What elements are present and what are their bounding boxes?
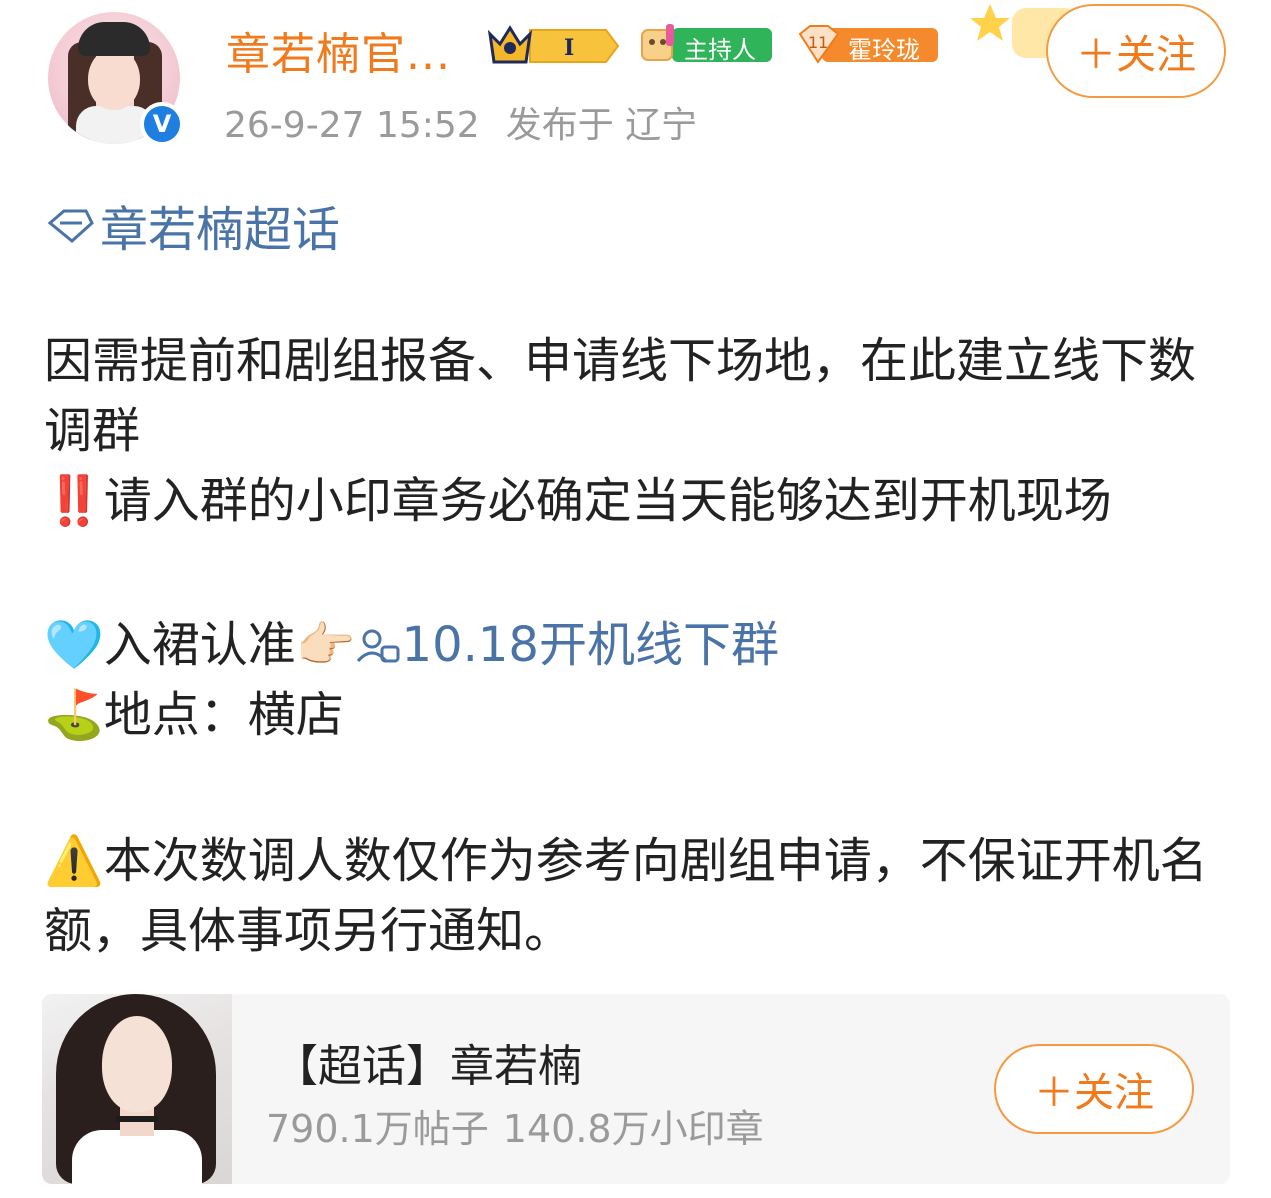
level-badge[interactable]: 11 霍玲珑 xyxy=(792,20,942,66)
double-exclamation-icon: ‼️ xyxy=(44,473,104,529)
crown-rank-badge[interactable]: I xyxy=(486,22,620,68)
pointing-hand-icon: 👉🏻 xyxy=(295,617,356,673)
topic-member-count: 140.8万小印章 xyxy=(502,1107,764,1151)
topic-link-label: 章若楠超话 xyxy=(100,202,341,258)
verified-icon: V xyxy=(140,102,184,146)
blue-heart-icon: 🩵 xyxy=(44,617,104,673)
follow-button[interactable]: ＋关注 xyxy=(1046,4,1226,98)
rank-letter: I xyxy=(564,35,574,61)
topic-link[interactable]: 章若楠超话 xyxy=(46,190,340,260)
topic-card-title[interactable]: 【超话】章若楠 xyxy=(274,1030,582,1094)
post-meta: 26-9-27 15:52 发布于 辽宁 xyxy=(224,96,697,148)
topic-post-count: 790.1万帖子 xyxy=(266,1107,489,1151)
post-paragraph-2-text: 请入群的小印章务必确定当天能够达到开机现场 xyxy=(103,473,1112,529)
post-paragraph-3-text: 入裙认准 xyxy=(103,617,296,673)
golf-flag-icon: ⛳ xyxy=(44,687,104,743)
post-location: 发布于 辽宁 xyxy=(505,105,698,146)
post-paragraph-5-text: 本次数调人数仅作为参考向剧组申请，不保证开机名额，具体事项另行通知。 xyxy=(44,833,1208,959)
post-paragraph-2: ‼️ 请入群的小印章务必确定当天能够达到开机现场 xyxy=(44,466,1234,536)
host-badge-label: 主持人 xyxy=(684,36,756,64)
topic-follow-button[interactable]: ＋关注 xyxy=(994,1044,1194,1134)
diamond-icon: 11 xyxy=(798,25,840,64)
level-badge-label: 霍玲珑 xyxy=(848,36,920,64)
post-paragraph-4-text: 地点：横店 xyxy=(103,687,344,743)
group-chat-link[interactable]: 10.18开机线下群 xyxy=(356,610,779,680)
post-paragraph-4: ⛳ 地点：横店 xyxy=(44,680,1234,750)
topic-cover-image xyxy=(42,994,232,1184)
group-chat-link-label: 10.18开机线下群 xyxy=(401,617,779,673)
author-name[interactable]: 章若楠官... xyxy=(226,18,451,82)
topic-card-stats: 790.1万帖子 140.8万小印章 xyxy=(266,1098,764,1153)
verified-mark: V xyxy=(152,110,172,138)
group-chat-icon xyxy=(356,629,400,663)
post-timestamp: 26-9-27 15:52 xyxy=(224,105,480,146)
host-badge[interactable]: 主持人 xyxy=(636,20,774,66)
post-paragraph-1: 因需提前和剧组报备、申请线下场地，在此建立线下数调群 xyxy=(44,333,1197,459)
level-number: 11 xyxy=(808,33,828,52)
post-paragraph-3: 🩵 入裙认准 👉🏻 10.18开机线下群 xyxy=(44,610,1234,680)
host-icon xyxy=(641,24,674,61)
super-topic-icon xyxy=(47,209,94,243)
post-paragraph-5: ⚠️本次数调人数仅作为参考向剧组申请，不保证开机名额，具体事项另行通知。 xyxy=(44,826,1234,966)
warning-icon: ⚠️ xyxy=(44,833,104,889)
